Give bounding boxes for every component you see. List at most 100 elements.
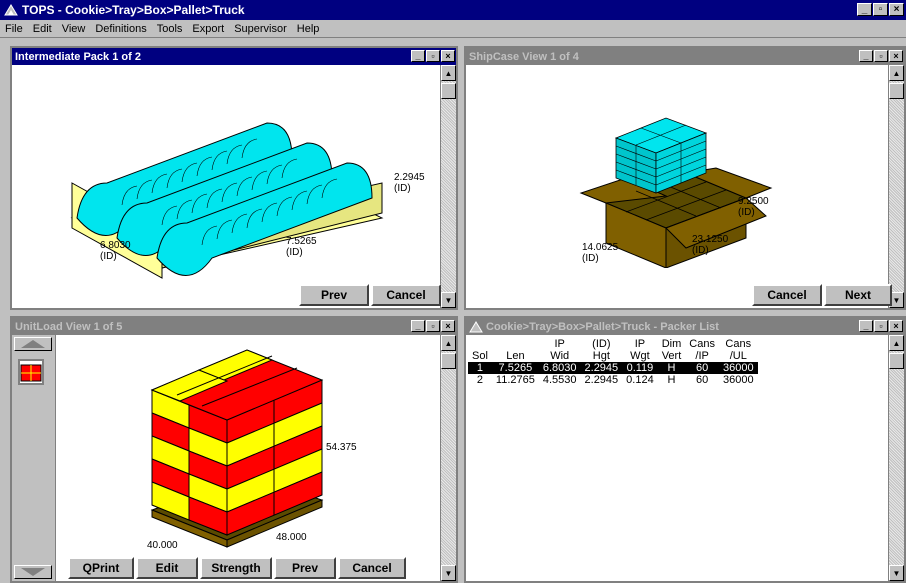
packer-list-table: IP (ID) IP Dim Cans Cans Sol Len Wid Hgt…: [468, 338, 758, 386]
table-cell: 11.2765: [495, 374, 535, 386]
header-cell: Hgt: [592, 350, 610, 362]
scroll-up-icon[interactable]: ▲: [441, 65, 456, 81]
header-cell: /IP: [695, 350, 709, 362]
header-cell: [468, 338, 492, 350]
menu-file[interactable]: File: [0, 23, 28, 35]
pane-maximize-button[interactable]: ▫: [874, 50, 888, 62]
scroll-thumb[interactable]: [441, 83, 456, 99]
scroll-down-icon[interactable]: ▼: [889, 565, 904, 581]
menu-edit[interactable]: Edit: [28, 23, 57, 35]
header-cell: IP: [634, 338, 646, 350]
table-cell: 36000: [722, 374, 754, 386]
dim-length-value: 48.000: [276, 532, 307, 543]
menu-view[interactable]: View: [57, 23, 91, 35]
pane-close-button[interactable]: ×: [441, 50, 455, 62]
pane-maximize-button[interactable]: ▫: [426, 50, 440, 62]
table-cell: H: [667, 374, 676, 386]
header-cell: Wid: [550, 350, 570, 362]
table-cell: 2.2945: [584, 374, 619, 386]
pane-title-bar[interactable]: Intermediate Pack 1 of 2 _ ▫ ×: [12, 48, 456, 65]
pane-title-bar[interactable]: ShipCase View 1 of 4 _ ▫ ×: [466, 48, 904, 65]
pane-maximize-button[interactable]: ▫: [426, 320, 440, 332]
header-cell: Cans: [725, 338, 752, 350]
vertical-scrollbar[interactable]: ▲ ▼: [888, 335, 904, 581]
vertical-scrollbar[interactable]: ▲ ▼: [440, 335, 456, 581]
pane-close-button[interactable]: ×: [441, 320, 455, 332]
vertical-scrollbar[interactable]: ▲ ▼: [888, 65, 904, 308]
qprint-button[interactable]: QPrint: [68, 557, 134, 579]
table-row[interactable]: 1 7.5265 6.8030 2.2945 0.119 H 60 36000: [468, 362, 758, 374]
menu-definitions[interactable]: Definitions: [90, 23, 151, 35]
prev-button[interactable]: Prev: [299, 284, 369, 306]
view-tool-strip: [12, 335, 56, 581]
pane-title: Intermediate Pack 1 of 2: [15, 50, 141, 63]
table-header-row: Sol Len Wid Hgt Wgt Vert /IP /UL: [468, 350, 758, 362]
table-cell: 6.8030: [538, 362, 581, 374]
pane-title-bar[interactable]: UnitLoad View 1 of 5 _ ▫ ×: [12, 318, 456, 335]
strength-button[interactable]: Strength: [200, 557, 272, 579]
prev-button[interactable]: Prev: [274, 557, 336, 579]
triangle-up-icon: [21, 340, 45, 348]
restore-button[interactable]: ▫: [873, 3, 888, 16]
pane-minimize-button[interactable]: _: [411, 320, 425, 332]
unitload-illustration: [150, 349, 324, 548]
app-icon: [469, 320, 483, 332]
scroll-down-icon[interactable]: ▼: [441, 292, 456, 308]
app-icon: [4, 4, 18, 16]
cancel-button[interactable]: Cancel: [752, 284, 822, 306]
close-button[interactable]: ×: [889, 3, 904, 16]
edit-button[interactable]: Edit: [136, 557, 198, 579]
pane-minimize-button[interactable]: _: [411, 50, 425, 62]
pane-title: Cookie>Tray>Box>Pallet>Truck - Packer Li…: [486, 320, 719, 333]
app-title: TOPS - Cookie>Tray>Box>Pallet>Truck: [22, 3, 245, 17]
pane-close-button[interactable]: ×: [889, 50, 903, 62]
menu-export[interactable]: Export: [187, 23, 229, 35]
table-cell: H: [657, 362, 686, 374]
scroll-thumb[interactable]: [889, 353, 904, 369]
header-cell: /UL: [729, 350, 747, 362]
menu-tools[interactable]: Tools: [152, 23, 188, 35]
vertical-scrollbar[interactable]: ▲ ▼: [440, 65, 456, 308]
table-cell: 4.5530: [542, 374, 577, 386]
menu-bar: File Edit View Definitions Tools Export …: [0, 20, 906, 38]
pane-close-button[interactable]: ×: [889, 320, 903, 332]
table-cell: 1: [468, 362, 492, 374]
header-cell: IP: [554, 338, 565, 350]
dim-length-unit: (ID): [692, 245, 709, 256]
dim-height-unit: (ID): [738, 207, 755, 218]
scroll-thumb[interactable]: [889, 83, 904, 99]
header-cell: (ID): [592, 338, 611, 350]
header-cell: Len: [506, 350, 525, 362]
cancel-button[interactable]: Cancel: [371, 284, 441, 306]
scroll-up-icon[interactable]: ▲: [889, 335, 904, 351]
scroll-up-icon[interactable]: ▲: [889, 65, 904, 81]
menu-help[interactable]: Help: [292, 23, 325, 35]
scroll-thumb[interactable]: [441, 353, 456, 369]
dim-length-unit: (ID): [286, 247, 303, 258]
menu-supervisor[interactable]: Supervisor: [229, 23, 292, 35]
scroll-up-icon[interactable]: ▲: [441, 335, 456, 351]
strip-up-button[interactable]: [14, 337, 52, 351]
dim-width-value: 14.0625: [582, 242, 619, 253]
table-cell: 0.119: [622, 362, 658, 374]
pane-minimize-button[interactable]: _: [859, 320, 873, 332]
dim-height-unit: (ID): [394, 183, 411, 194]
dim-length-value: 23.1250: [692, 234, 729, 245]
scroll-down-icon[interactable]: ▼: [441, 565, 456, 581]
cancel-button[interactable]: Cancel: [338, 557, 406, 579]
pane-title: ShipCase View 1 of 4: [469, 50, 579, 63]
dim-width-unit: (ID): [582, 253, 599, 264]
table-row[interactable]: 2 11.2765 4.5530 2.2945 0.124 H 60 36000: [468, 374, 758, 386]
pane-title: UnitLoad View 1 of 5: [15, 320, 123, 333]
pattern-thumbnail[interactable]: [18, 359, 44, 385]
pane-minimize-button[interactable]: _: [859, 50, 873, 62]
app-title-bar[interactable]: TOPS - Cookie>Tray>Box>Pallet>Truck _ ▫ …: [0, 0, 906, 20]
strip-down-button[interactable]: [14, 565, 52, 579]
next-button[interactable]: Next: [824, 284, 892, 306]
dim-width-value: 40.000: [147, 540, 178, 551]
minimize-button[interactable]: _: [857, 3, 872, 16]
pane-title-bar[interactable]: Cookie>Tray>Box>Pallet>Truck - Packer Li…: [466, 318, 904, 335]
header-cell: Cans: [689, 338, 715, 350]
header-cell: Vert: [661, 350, 682, 362]
pane-maximize-button[interactable]: ▫: [874, 320, 888, 332]
